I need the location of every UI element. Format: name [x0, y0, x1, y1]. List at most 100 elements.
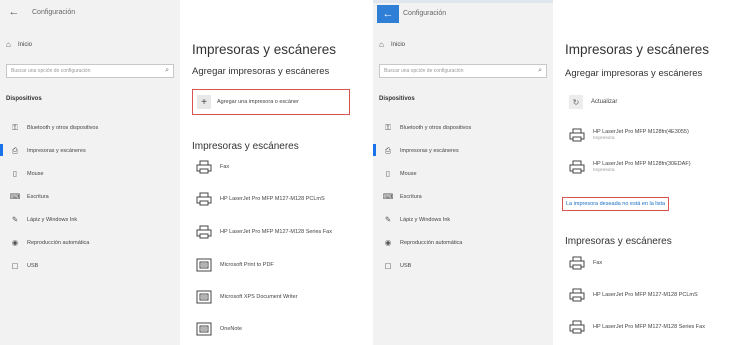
sidebar-item-typing[interactable]: ⌨ Escritura: [0, 185, 180, 208]
back-button[interactable]: ←: [0, 2, 28, 22]
window-title: Configuración: [403, 10, 447, 17]
printer-name: HP LaserJet Pro MFP M127-M128 PCLmS: [593, 292, 698, 298]
sidebar-item-label: USB: [27, 262, 39, 269]
home-label: Inicio: [18, 41, 33, 48]
page-title: Impresoras y escáneres: [565, 42, 710, 57]
titlebar: ← Configuración: [0, 0, 180, 24]
mouse-icon: ▯: [12, 169, 18, 178]
search-icon: ⌕: [165, 67, 169, 74]
sidebar-item-printers[interactable]: ⎙ Impresoras y escáneres: [373, 139, 553, 162]
sidebar-item-mouse[interactable]: ▯ Mouse: [0, 162, 180, 185]
sidebar-item-label: Escritura: [400, 193, 422, 200]
add-heading: Agregar impresoras y escáneres: [565, 68, 703, 79]
printer-icon: ⎙: [385, 145, 391, 155]
printer-type: Impresora: [593, 168, 615, 173]
sidebar-item-pen[interactable]: ✎ Lápiz y Windows Ink: [373, 208, 553, 231]
sidebar-item-label: Impresoras y escáneres: [27, 147, 86, 154]
refresh-label: Actualizar: [591, 99, 618, 105]
main-content: Impresoras y escáneres Agregar impresora…: [192, 0, 368, 345]
printer-item[interactable]: HP LaserJet Pro MFP M127-M128 PCLmS: [196, 192, 325, 206]
pen-icon: ✎: [384, 215, 392, 224]
plus-icon: +: [197, 95, 211, 109]
printer-icon: [196, 225, 212, 239]
printer-icon: [569, 128, 585, 142]
printer-item[interactable]: Microsoft XPS Document Writer: [196, 290, 298, 304]
home-link[interactable]: ⌂ Inicio: [379, 40, 405, 49]
printer-name: Microsoft XPS Document Writer: [220, 294, 298, 300]
printer-item[interactable]: Fax: [196, 160, 229, 174]
printer-item[interactable]: Microsoft Print to PDF: [196, 258, 274, 272]
titlebar: ← Configuración: [373, 0, 553, 24]
printer-item[interactable]: HP LaserJet Pro MFP M127-M128 Series Fax: [196, 225, 332, 239]
add-heading: Agregar impresoras y escáneres: [192, 66, 330, 77]
sidebar-item-label: Bluetooth y otros dispositivos: [400, 124, 472, 131]
sidebar-item-label: Lápiz y Windows Ink: [27, 216, 78, 223]
printer-item[interactable]: HP LaserJet Pro MFP M127-M128 Series Fax: [569, 320, 705, 334]
sidebar-item-typing[interactable]: ⌨ Escritura: [373, 185, 553, 208]
home-link[interactable]: ⌂ Inicio: [6, 40, 32, 49]
sidebar-item-autoplay[interactable]: ◉ Reproducción automática: [0, 231, 180, 254]
sidebar-item-bluetooth[interactable]: ⚿ Bluetooth y otros dispositivos: [373, 116, 553, 139]
home-icon: ⌂: [379, 40, 384, 49]
sidebar-item-usb[interactable]: ▢ USB: [373, 254, 553, 277]
printer-type: Impresora: [593, 136, 615, 141]
sidebar-item-mouse[interactable]: ▯ Mouse: [373, 162, 553, 185]
section-heading: Dispositivos: [6, 96, 42, 102]
settings-window-left: ← Configuración ⌂ Inicio Buscar una opci…: [0, 0, 368, 345]
search-input[interactable]: Buscar una opción de configuración ⌕: [379, 64, 547, 78]
search-placeholder: Buscar una opción de configuración: [11, 68, 91, 74]
sidebar-item-usb[interactable]: ▢ USB: [0, 254, 180, 277]
printer-name: HP LaserJet Pro MFP M127-M128 Series Fax: [593, 324, 705, 330]
refresh-button[interactable]: ↻ Actualizar: [569, 95, 617, 109]
printer-icon: [569, 288, 585, 302]
sidebar-item-autoplay[interactable]: ◉ Reproducción automática: [373, 231, 553, 254]
home-label: Inicio: [391, 41, 406, 48]
usb-icon: ▢: [11, 261, 19, 270]
home-icon: ⌂: [6, 40, 11, 49]
sidebar-item-label: Lápiz y Windows Ink: [400, 216, 451, 223]
sidebar-item-pen[interactable]: ✎ Lápiz y Windows Ink: [0, 208, 180, 231]
printer-icon: [196, 192, 212, 206]
refresh-icon: ↻: [569, 95, 583, 109]
keyboard-icon: ⌨: [9, 192, 21, 201]
printer-name: HP LaserJet Pro MFP M127-M128 PCLmS: [220, 196, 325, 202]
printer-icon: [196, 160, 212, 174]
printer-name: HP LaserJet Pro MFP M128fn(4E3055): [593, 129, 689, 135]
document-printer-icon: [196, 290, 212, 304]
found-printer-item[interactable]: HP LaserJet Pro MFP M128fn(4E3055) Impre…: [569, 128, 689, 142]
sidebar-item-label: Reproducción automática: [27, 239, 90, 246]
printer-item[interactable]: Fax: [569, 256, 602, 270]
sidebar-item-label: Reproducción automática: [400, 239, 463, 246]
keyboard-icon: ⌨: [382, 192, 394, 201]
sidebar-item-label: Impresoras y escáneres: [400, 147, 459, 154]
printer-icon: [569, 160, 585, 174]
printer-item[interactable]: OneNote: [196, 322, 242, 336]
sidebar-item-label: USB: [400, 262, 412, 269]
printer-icon: [569, 320, 585, 334]
back-button[interactable]: ←: [377, 4, 399, 23]
printers-heading: Impresoras y escáneres: [192, 141, 299, 152]
search-input[interactable]: Buscar una opción de configuración ⌕: [6, 64, 174, 78]
sidebar-item-printers[interactable]: ⎙ Impresoras y escáneres: [0, 139, 180, 162]
sidebar-item-label: Escritura: [27, 193, 49, 200]
add-printer-button[interactable]: + Agregar una impresora o escáner: [192, 89, 350, 115]
printer-item[interactable]: HP LaserJet Pro MFP M127-M128 PCLmS: [569, 288, 698, 302]
autoplay-icon: ◉: [384, 238, 392, 247]
add-printer-label: Agregar una impresora o escáner: [217, 99, 299, 105]
settings-window-right: ← Configuración ⌂ Inicio Buscar una opci…: [373, 0, 740, 345]
found-printer-item[interactable]: HP LaserJet Pro MFP M128fn(30EDAF) Impre…: [569, 160, 691, 174]
search-icon: ⌕: [538, 67, 542, 74]
pen-icon: ✎: [11, 215, 19, 224]
nav-list: ⚿ Bluetooth y otros dispositivos ⎙ Impre…: [373, 116, 553, 277]
sidebar: ← Configuración ⌂ Inicio Buscar una opci…: [0, 0, 180, 345]
sidebar-item-label: Mouse: [27, 170, 44, 177]
sidebar-item-bluetooth[interactable]: ⚿ Bluetooth y otros dispositivos: [0, 116, 180, 139]
page-title: Impresoras y escáneres: [192, 42, 337, 57]
main-content: Impresoras y escáneres Agregar impresora…: [562, 0, 740, 345]
bluetooth-icon: ⚿: [12, 122, 18, 132]
printer-icon: ⎙: [12, 145, 18, 155]
printer-name: Fax: [593, 260, 603, 266]
printer-not-listed-link[interactable]: La impresora deseada no está en la lista: [562, 197, 670, 211]
document-printer-icon: [196, 322, 212, 336]
document-printer-icon: [196, 258, 212, 272]
